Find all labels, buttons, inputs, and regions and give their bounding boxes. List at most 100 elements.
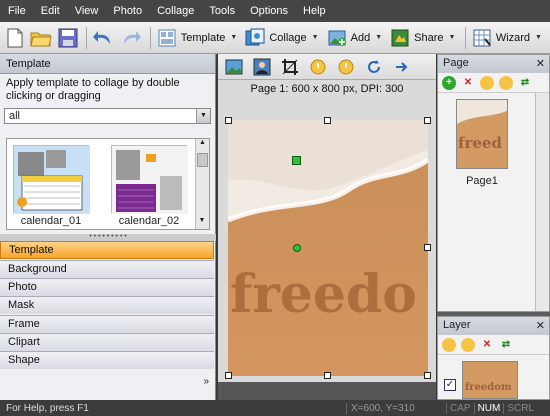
menu-tools[interactable]: Tools: [209, 5, 235, 17]
add-page-icon[interactable]: +: [442, 75, 456, 90]
resize-handle[interactable]: [324, 372, 331, 379]
category-clipart[interactable]: Clipart: [0, 333, 214, 351]
resize-handle[interactable]: [424, 244, 431, 251]
template-filter-select[interactable]: all ▼: [4, 108, 211, 124]
open-folder-icon[interactable]: [30, 27, 52, 49]
template-thumb-calendar-02[interactable]: [111, 145, 188, 214]
template-filter-value: all: [9, 110, 21, 122]
refresh-icon[interactable]: [364, 57, 384, 77]
page-thumbnail-image: freed: [457, 100, 507, 168]
beach-sand-photo[interactable]: freedo: [227, 120, 430, 376]
share-button-label: Share: [414, 31, 444, 44]
close-icon[interactable]: ✕: [536, 319, 545, 332]
wizard-icon: [473, 29, 491, 46]
menu-edit[interactable]: Edit: [41, 5, 60, 17]
resize-handle[interactable]: [324, 117, 331, 124]
category-background[interactable]: Background: [0, 260, 214, 278]
resize-handle[interactable]: [424, 372, 431, 379]
undo-icon[interactable]: [92, 27, 114, 49]
category-frame[interactable]: Frame: [0, 315, 214, 333]
page-panel-toolbar: + ✕ ⇄: [438, 73, 549, 93]
main-toolbar: Template ▼ Collage ▼ Add ▼ Share ▼ Wizar…: [0, 22, 550, 54]
scroll-up-icon[interactable]: ▲: [196, 139, 209, 151]
template-thumb-calendar-01[interactable]: [13, 145, 90, 214]
menu-file[interactable]: File: [8, 5, 26, 17]
move-handle[interactable]: [292, 156, 301, 165]
panel-splitter[interactable]: • • • • • • • • •: [0, 233, 216, 241]
canvas-horizontal-scrollbar[interactable]: [218, 382, 436, 400]
close-icon[interactable]: ✕: [536, 57, 545, 70]
status-scroll-indicator: SCRL: [503, 402, 537, 414]
page-panel-scrollbar[interactable]: [535, 93, 549, 311]
chevron-down-icon[interactable]: ▼: [196, 109, 210, 123]
crop-icon[interactable]: [280, 57, 300, 77]
template-button[interactable]: Template ▼: [157, 26, 238, 50]
delete-page-icon[interactable]: ✕: [461, 76, 475, 90]
rotate-handle[interactable]: [293, 244, 301, 252]
layer-thumbnail[interactable]: freedom: [462, 361, 518, 399]
image-edit-icon[interactable]: [224, 57, 244, 77]
add-button-label: Add: [350, 31, 371, 44]
menu-options[interactable]: Options: [250, 5, 288, 17]
move-up-icon[interactable]: [442, 337, 456, 352]
category-photo[interactable]: Photo: [0, 278, 214, 296]
arrow-right-icon[interactable]: [392, 57, 412, 77]
sync-icon[interactable]: ⇄: [499, 338, 513, 352]
status-bar: For Help, press F1 X=600, Y=310 CAP NUM …: [0, 400, 550, 416]
add-button[interactable]: Add ▼: [327, 26, 382, 50]
page-panel-title: Page ✕: [438, 55, 549, 73]
portrait-icon[interactable]: [252, 57, 272, 77]
delete-layer-icon[interactable]: ✕: [480, 338, 494, 352]
category-template[interactable]: Template: [0, 241, 214, 259]
status-caps-indicator: CAP: [446, 402, 474, 414]
menu-view[interactable]: View: [75, 5, 99, 17]
chevron-down-icon: ▼: [535, 34, 542, 41]
resize-handle[interactable]: [225, 117, 232, 124]
move-down-icon[interactable]: [499, 75, 513, 90]
page-thumbnail-caption: Page1: [466, 175, 498, 187]
page-info-label: Page 1: 600 x 800 px, DPI: 300: [250, 83, 404, 95]
more-categories-button[interactable]: »: [203, 376, 209, 387]
scroll-down-icon[interactable]: ▼: [196, 217, 208, 229]
template-icon: [158, 29, 176, 46]
redo-icon[interactable]: [120, 27, 142, 49]
move-down-icon[interactable]: [461, 337, 475, 352]
calendar-template-image: [14, 146, 90, 214]
collage-icon: [245, 28, 265, 45]
scroll-thumb[interactable]: [197, 153, 208, 167]
page-thumbnail[interactable]: freed: [456, 99, 508, 169]
right-sidebar: Page ✕ + ✕ ⇄ freed Page1 Layer ✕ ✕ ⇄ ✓ f…: [437, 54, 550, 400]
category-shape[interactable]: Shape: [0, 351, 214, 369]
chevron-down-icon: ▼: [448, 34, 456, 41]
chevron-down-icon: ▼: [311, 34, 319, 41]
resize-handle[interactable]: [424, 117, 431, 124]
sync-icon[interactable]: ⇄: [518, 76, 532, 90]
rotate-right-icon[interactable]: [336, 57, 356, 77]
share-icon: [391, 29, 409, 46]
new-file-icon[interactable]: [6, 27, 24, 49]
move-up-icon[interactable]: [480, 75, 494, 90]
wizard-button[interactable]: Wizard ▼: [472, 26, 542, 50]
menu-help[interactable]: Help: [303, 5, 326, 17]
calendar-template-image: [112, 146, 188, 214]
rotate-left-icon[interactable]: [308, 57, 328, 77]
share-button[interactable]: Share ▼: [390, 26, 455, 50]
collage-button[interactable]: Collage ▼: [245, 26, 319, 50]
layer-panel-title: Layer ✕: [438, 317, 549, 335]
page-panel: Page ✕ + ✕ ⇄ freed Page1: [437, 54, 550, 312]
menu-photo[interactable]: Photo: [113, 5, 142, 17]
template-panel: Template Apply template to collage by do…: [0, 54, 216, 400]
wizard-button-label: Wizard: [495, 31, 531, 44]
collage-canvas[interactable]: freedo: [225, 117, 431, 379]
menu-collage[interactable]: Collage: [157, 5, 194, 17]
layer-visible-checkbox[interactable]: ✓: [444, 379, 456, 391]
status-help-text: For Help, press F1: [6, 402, 89, 414]
canvas-toolbar: [218, 54, 436, 80]
category-mask[interactable]: Mask: [0, 296, 214, 314]
template-thumb-caption: calendar_01: [20, 215, 82, 227]
thumbnails-scrollbar[interactable]: ▲ ▼: [195, 139, 209, 229]
save-icon[interactable]: [58, 27, 78, 49]
sand-writing-text: freedo: [230, 264, 417, 325]
chevron-down-icon: ▼: [230, 34, 238, 41]
resize-handle[interactable]: [225, 372, 232, 379]
